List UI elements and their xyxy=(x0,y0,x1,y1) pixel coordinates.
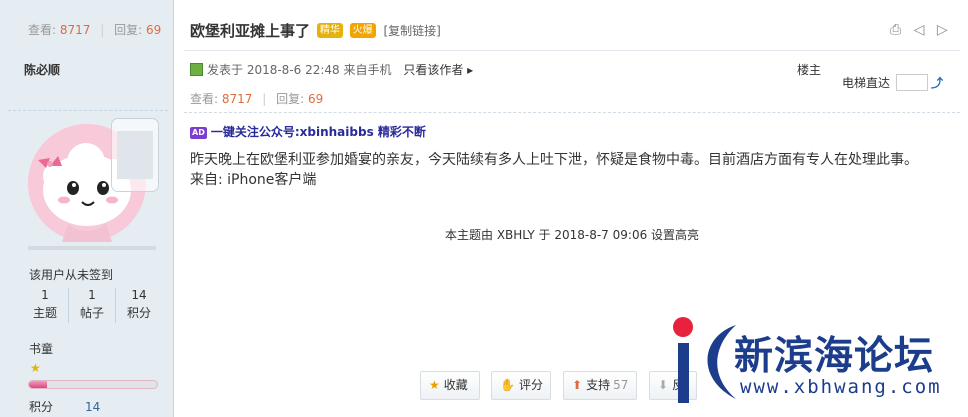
count-posts[interactable]: 1 帖子 xyxy=(68,288,115,323)
sidebar-divider xyxy=(8,110,168,111)
post-meta: 发表于 2018-8-6 22:48 来自手机 只看该作者 ▸ xyxy=(190,61,473,78)
count-value: 14 xyxy=(131,288,147,302)
post-time: 发表于 2018-8-6 22:48 xyxy=(207,63,340,77)
rate-button[interactable]: ✋ 评分 xyxy=(491,371,551,400)
post-body-line: 昨天晚上在欧堡利亚参加婚宴的亲友，今天陆续有多人上吐下泄，怀疑是食物中毒。目前酒… xyxy=(190,152,918,168)
views-label: 查看: xyxy=(28,23,57,37)
mobile-client-badge xyxy=(111,118,159,192)
favorite-label: 收藏 xyxy=(443,378,468,392)
thread-title: 欧堡利亚摊上事了 xyxy=(190,22,311,40)
thread-stats: 查看: 8717 | 回复: 69 xyxy=(28,21,161,38)
star-icon: ★ xyxy=(429,378,440,392)
count-label: 主题 xyxy=(32,306,57,320)
replies-count: 69 xyxy=(308,92,324,106)
points-value: 14 xyxy=(85,400,101,414)
ad-icon: AD xyxy=(190,127,207,139)
phone-screen xyxy=(117,131,153,179)
floor-label: 楼主 xyxy=(797,63,822,77)
post-divider xyxy=(184,112,960,113)
thumb-icon: ✋ xyxy=(500,378,515,392)
watermark-url: www.xbhwang.com xyxy=(740,376,942,398)
count-label: 积分 xyxy=(126,306,151,320)
replies-label: 回复: xyxy=(276,92,305,106)
stats-separator: | xyxy=(262,92,267,106)
moderation-notice: 本主题由 XBHLY 于 2018-8-7 09:06 设置高亮 xyxy=(445,228,700,242)
views-count: 8717 xyxy=(59,23,91,37)
support-button[interactable]: ⬆ 支持 57 xyxy=(563,371,637,400)
author-name[interactable]: 陈必顺 xyxy=(24,61,60,78)
signin-status: 该用户从未签到 xyxy=(29,268,114,282)
replies-count: 69 xyxy=(146,23,162,37)
count-label: 帖子 xyxy=(79,306,104,320)
avatar-frame-shadow xyxy=(28,246,156,250)
floor-jump-go-icon[interactable]: ⤴ xyxy=(931,76,943,90)
rate-label: 评分 xyxy=(518,378,543,392)
author-sidebar: 查看: 8717 | 回复: 69 陈必顺 该用户从未签到 1 主题 1 帖子 … xyxy=(0,0,174,417)
views-label: 查看: xyxy=(190,92,219,106)
arrow-up-icon: ⬆ xyxy=(572,378,583,392)
support-label: 支持 xyxy=(586,378,611,392)
support-count: 57 xyxy=(613,378,629,392)
only-author-link[interactable]: 只看该作者 ▸ xyxy=(403,63,473,77)
xinbinhai-logo-icon xyxy=(673,317,736,403)
count-value: 1 xyxy=(88,288,96,302)
rank-progress-bar xyxy=(28,380,158,389)
favorite-button[interactable]: ★ 收藏 xyxy=(420,371,480,400)
floor-jump-label: 电梯直达 xyxy=(842,76,891,90)
post-source[interactable]: 来自手机 xyxy=(344,63,392,77)
watermark-site-name: 新滨海论坛 xyxy=(734,334,935,379)
count-value: 1 xyxy=(41,288,49,302)
hot-badge-icon: 火爆 xyxy=(349,23,376,38)
post-stats: 查看: 8717 | 回复: 69 xyxy=(190,90,323,107)
stats-separator: | xyxy=(100,23,105,37)
ad-text: 一键关注公众号:xbinhaibbs 精彩不断 xyxy=(210,125,426,139)
copy-link-button[interactable]: [复制链接] xyxy=(384,24,441,38)
thread-title-row: 欧堡利亚摊上事了 精华 火爆 [复制链接] xyxy=(190,20,441,41)
thread-tools[interactable]: ⎙ ◁ ▷ xyxy=(890,22,952,38)
floor-jump-input[interactable] xyxy=(896,74,929,91)
replies-label: 回复: xyxy=(114,23,143,37)
count-threads[interactable]: 1 主题 xyxy=(22,288,68,323)
points-row: 积分 14 xyxy=(29,398,100,415)
views-count: 8717 xyxy=(221,92,253,106)
count-points[interactable]: 14 积分 xyxy=(115,288,162,323)
points-label: 积分 xyxy=(29,400,54,414)
author-counts: 1 主题 1 帖子 14 积分 xyxy=(22,288,162,323)
title-divider xyxy=(184,50,960,51)
ad-banner[interactable]: AD 一键关注公众号:xbinhaibbs 精彩不断 xyxy=(190,123,426,140)
floor-jump: 电梯直达 ⤴ xyxy=(842,74,943,91)
post-source-line: 来自: iPhone客户端 xyxy=(190,172,317,188)
rank-star-icon: ★ xyxy=(30,361,41,375)
digest-badge-icon: 精华 xyxy=(316,23,343,38)
rank-progress-fill xyxy=(29,381,47,388)
online-status-icon xyxy=(190,63,203,76)
user-rank[interactable]: 书童 xyxy=(29,340,53,357)
